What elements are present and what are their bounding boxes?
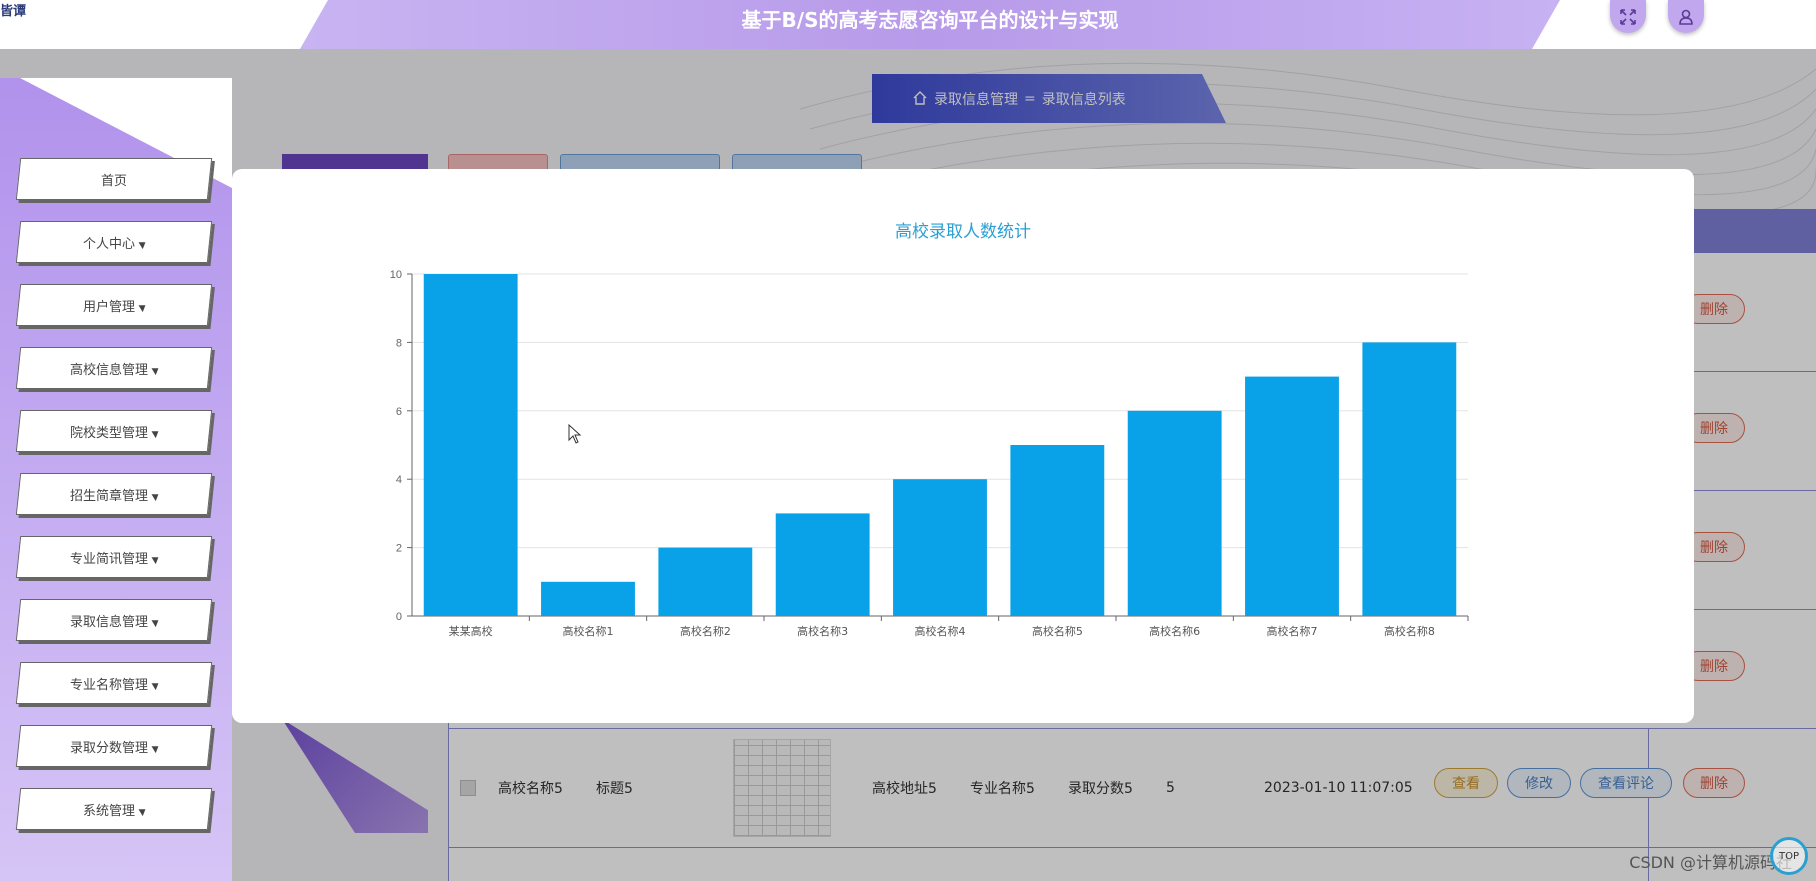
x-tick-label: 高校名称3 [797, 624, 848, 638]
sidebar-item-label: 录取信息管理 ▼ [69, 614, 159, 630]
y-tick-label: 10 [390, 269, 402, 281]
logo-fragment: 皆谭 [0, 4, 27, 19]
bar [658, 547, 753, 616]
sidebar-item-label: 首页 [100, 173, 127, 189]
sidebar: 首页个人中心 ▼ 用户管理 ▼ 高校信息管理 ▼ 院校类型管理 ▼ 招生简章管理 ▼ 专业简讯管理 ▼… [0, 78, 232, 881]
bar [1127, 410, 1222, 616]
user-button[interactable] [1668, 0, 1704, 33]
y-tick-label: 4 [396, 474, 402, 486]
fullscreen-icon [1620, 8, 1636, 25]
sidebar-item-label: 专业简讯管理 ▼ [69, 551, 159, 567]
x-tick-label: 高校名称7 [1267, 624, 1318, 638]
sidebar-item-label: 招生简章管理 ▼ [69, 488, 159, 504]
bar [423, 274, 518, 616]
sidebar-item[interactable]: 录取信息管理 ▼ [15, 599, 213, 641]
bar [775, 513, 870, 616]
sidebar-item-label: 高校信息管理 ▼ [69, 362, 159, 378]
sidebar-item[interactable]: 专业名称管理 ▼ [15, 662, 213, 704]
caret-down-icon: ▼ [138, 303, 146, 314]
y-tick-label: 0 [396, 611, 402, 623]
sidebar-item[interactable]: 高校信息管理 ▼ [15, 347, 213, 389]
sidebar-item[interactable]: 用户管理 ▼ [15, 284, 213, 326]
caret-down-icon: ▼ [151, 492, 159, 503]
caret-down-icon: ▼ [151, 555, 159, 566]
bar [1010, 445, 1105, 616]
sidebar-item-label: 专业名称管理 ▼ [69, 677, 159, 693]
sidebar-item[interactable]: 专业简讯管理 ▼ [15, 536, 213, 578]
sidebar-item[interactable]: 个人中心 ▼ [15, 221, 213, 263]
scroll-top-button[interactable]: TOP [1770, 837, 1808, 875]
bar [893, 479, 987, 616]
sidebar-item[interactable]: 系统管理 ▼ [15, 788, 213, 830]
chart-modal: 高校录取人数统计 0 2 4 6 8 10 某某高校 高校名称1 高校名称2 高校名称3 高校名称4… [232, 169, 1694, 723]
bar [1245, 376, 1339, 616]
top-header: 皆谭 基于B/S的高考志愿咨询平台的设计与实现 [0, 0, 1816, 49]
sidebar-item-label: 院校类型管理 ▼ [69, 425, 159, 441]
caret-down-icon: ▼ [151, 366, 159, 377]
caret-down-icon: ▼ [138, 807, 146, 818]
sidebar-item-label: 用户管理 ▼ [82, 299, 146, 315]
caret-down-icon: ▼ [151, 429, 159, 440]
y-tick-label: 8 [396, 337, 402, 349]
caret-down-icon: ▼ [151, 681, 159, 692]
mouse-cursor-icon [568, 424, 582, 444]
sidebar-item[interactable]: 招生简章管理 ▼ [15, 473, 213, 515]
app-title: 基于B/S的高考志愿咨询平台的设计与实现 [741, 8, 1119, 32]
y-tick-label: 6 [396, 406, 402, 418]
fullscreen-button[interactable] [1610, 0, 1646, 33]
x-tick-label: 高校名称2 [680, 624, 731, 638]
sidebar-item-label: 录取分数管理 ▼ [69, 740, 159, 756]
x-tick-label: 某某高校 [449, 624, 493, 638]
x-tick-label: 高校名称4 [915, 624, 966, 638]
watermark: CSDN @计算机源码社 [1629, 853, 1792, 872]
bar-chart: 0 2 4 6 8 10 某某高校 高校名称1 高校名称2 高校名称3 高校名称4 高校名称5 高校名称… [390, 269, 1469, 638]
caret-down-icon: ▼ [151, 618, 159, 629]
sidebar-item-label: 个人中心 ▼ [82, 236, 146, 252]
bar [1362, 342, 1457, 616]
x-tick-label: 高校名称6 [1149, 624, 1200, 638]
x-tick-label: 高校名称1 [563, 624, 614, 638]
y-tick-label: 2 [396, 543, 402, 555]
x-tick-label: 高校名称8 [1384, 624, 1435, 638]
sidebar-item[interactable]: 录取分数管理 ▼ [15, 725, 213, 767]
bar [541, 581, 635, 616]
x-tick-label: 高校名称5 [1032, 624, 1083, 638]
caret-down-icon: ▼ [138, 240, 146, 251]
user-icon [1679, 9, 1693, 25]
sidebar-item[interactable]: 首页 [15, 158, 213, 200]
sidebar-item[interactable]: 院校类型管理 ▼ [15, 410, 213, 452]
sidebar-item-label: 系统管理 ▼ [82, 803, 146, 819]
caret-down-icon: ▼ [151, 744, 159, 755]
